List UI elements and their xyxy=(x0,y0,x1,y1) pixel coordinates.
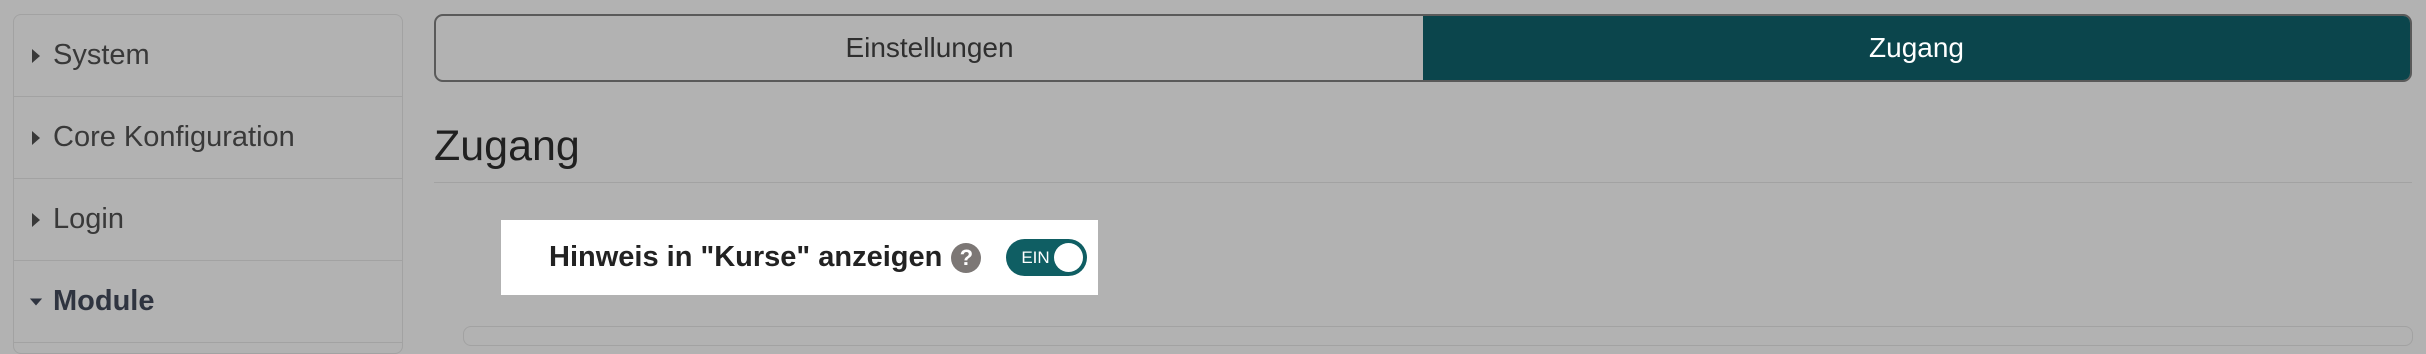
content-panel xyxy=(463,326,2413,346)
tab-bar: Einstellungen Zugang xyxy=(434,14,2412,82)
sidebar-item-label: Module xyxy=(53,285,155,317)
toggle-switch[interactable]: EIN xyxy=(1006,239,1088,276)
sidebar-item-core-konfiguration[interactable]: Core Konfiguration xyxy=(14,97,402,179)
sidebar-item-system[interactable]: System xyxy=(14,15,402,97)
sidebar-item-login[interactable]: Login xyxy=(14,179,402,261)
setting-label: Hinweis in "Kurse" anzeigen xyxy=(549,241,943,273)
caret-right-icon xyxy=(29,210,43,230)
toggle-state-label: EIN xyxy=(1021,247,1050,267)
tab-einstellungen[interactable]: Einstellungen xyxy=(436,16,1423,80)
caret-right-icon xyxy=(29,128,43,148)
setting-row: Hinweis in "Kurse" anzeigen ? EIN xyxy=(501,220,1098,295)
page-title: Zugang xyxy=(434,122,580,170)
sidebar-item-label: Core Konfiguration xyxy=(53,121,295,153)
tab-zugang[interactable]: Zugang xyxy=(1423,16,2410,80)
sidebar-menu: System Core Konfiguration Login Module xyxy=(13,14,403,354)
sidebar-item-module[interactable]: Module xyxy=(14,261,402,343)
caret-down-icon xyxy=(29,292,43,312)
toggle-knob xyxy=(1054,243,1084,272)
caret-right-icon xyxy=(29,46,43,66)
help-icon[interactable]: ? xyxy=(951,242,982,273)
sidebar-item-label: Login xyxy=(53,203,124,235)
sidebar-item-label: System xyxy=(53,39,150,71)
divider xyxy=(434,182,2412,183)
